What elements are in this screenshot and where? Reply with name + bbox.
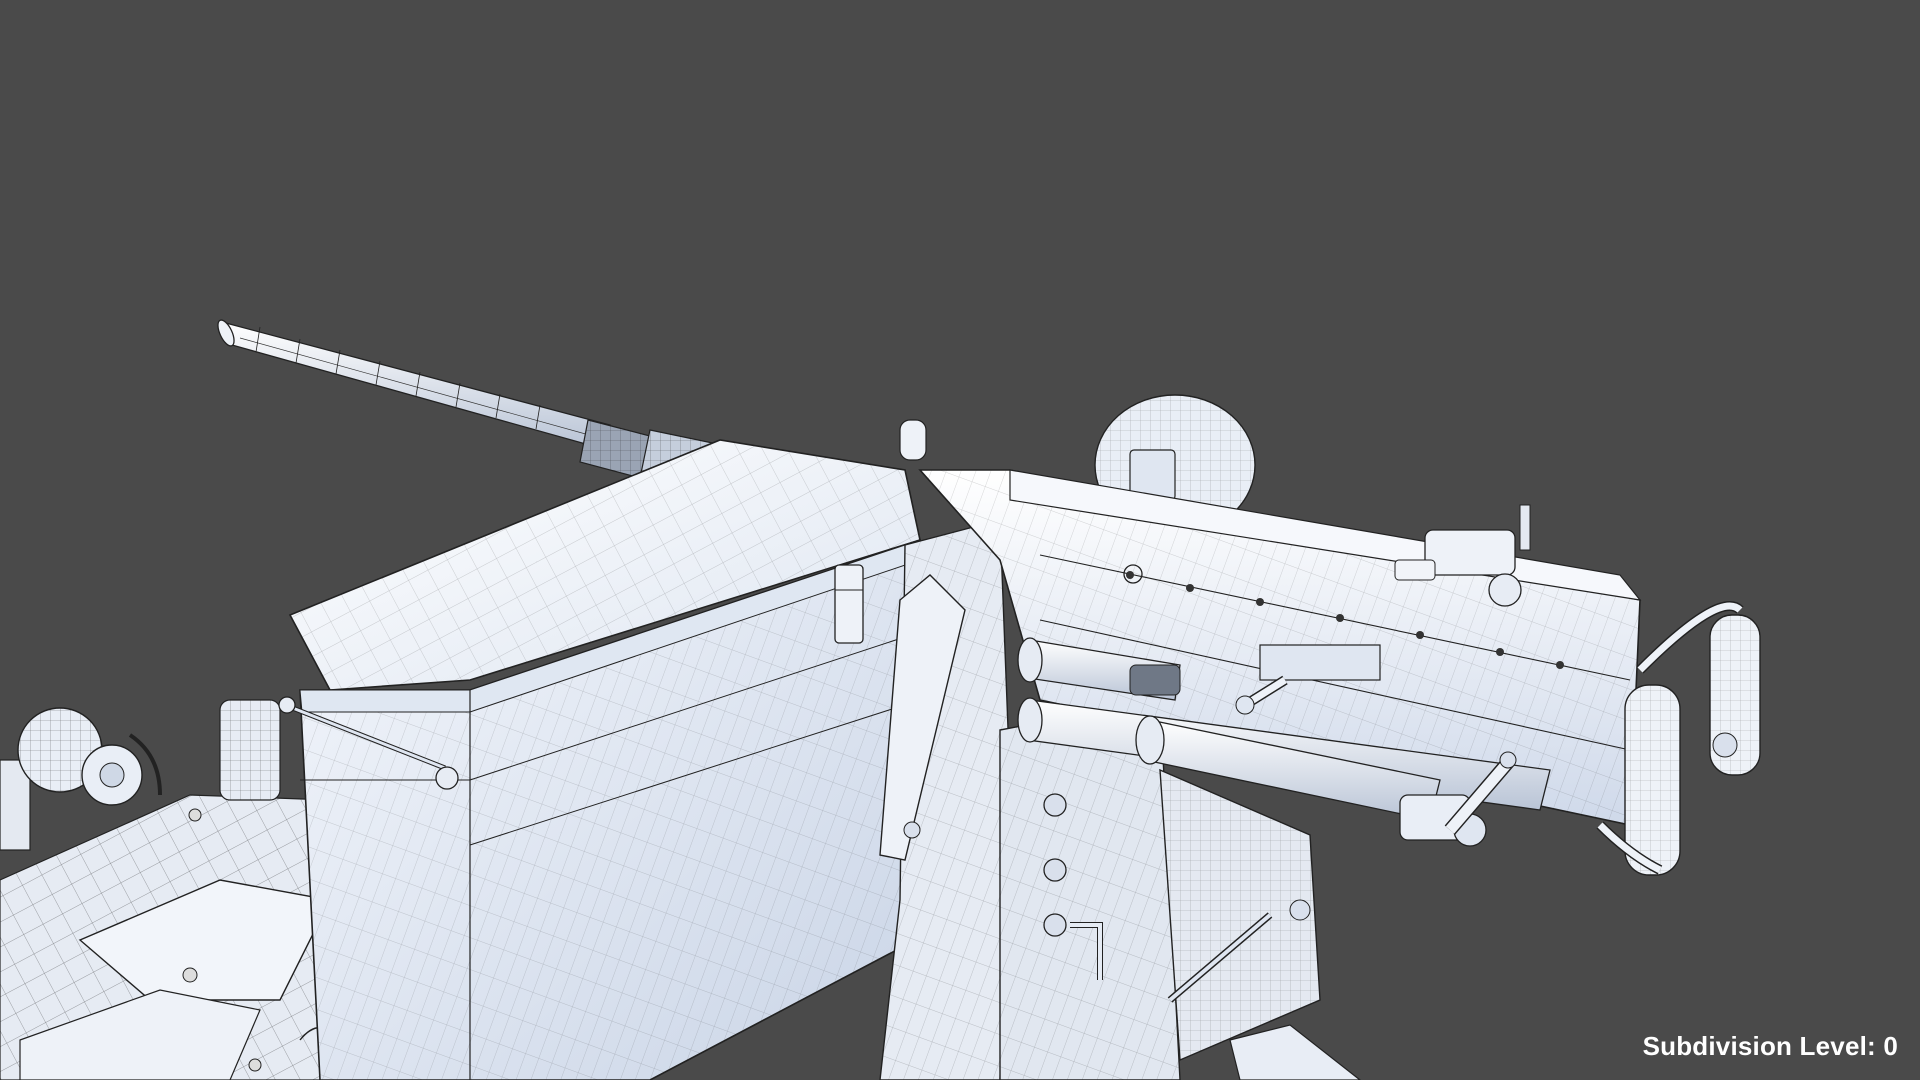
vehicle-hull <box>0 794 341 1080</box>
subdivision-level-label: Subdivision Level: 0 <box>1642 1031 1898 1061</box>
ammunition-box <box>278 439 926 1080</box>
3d-viewport[interactable]: Subdivision Level: 0 <box>0 0 1920 1080</box>
base-plate <box>1229 1024 1361 1080</box>
wireframe-model-render <box>0 319 1761 1080</box>
